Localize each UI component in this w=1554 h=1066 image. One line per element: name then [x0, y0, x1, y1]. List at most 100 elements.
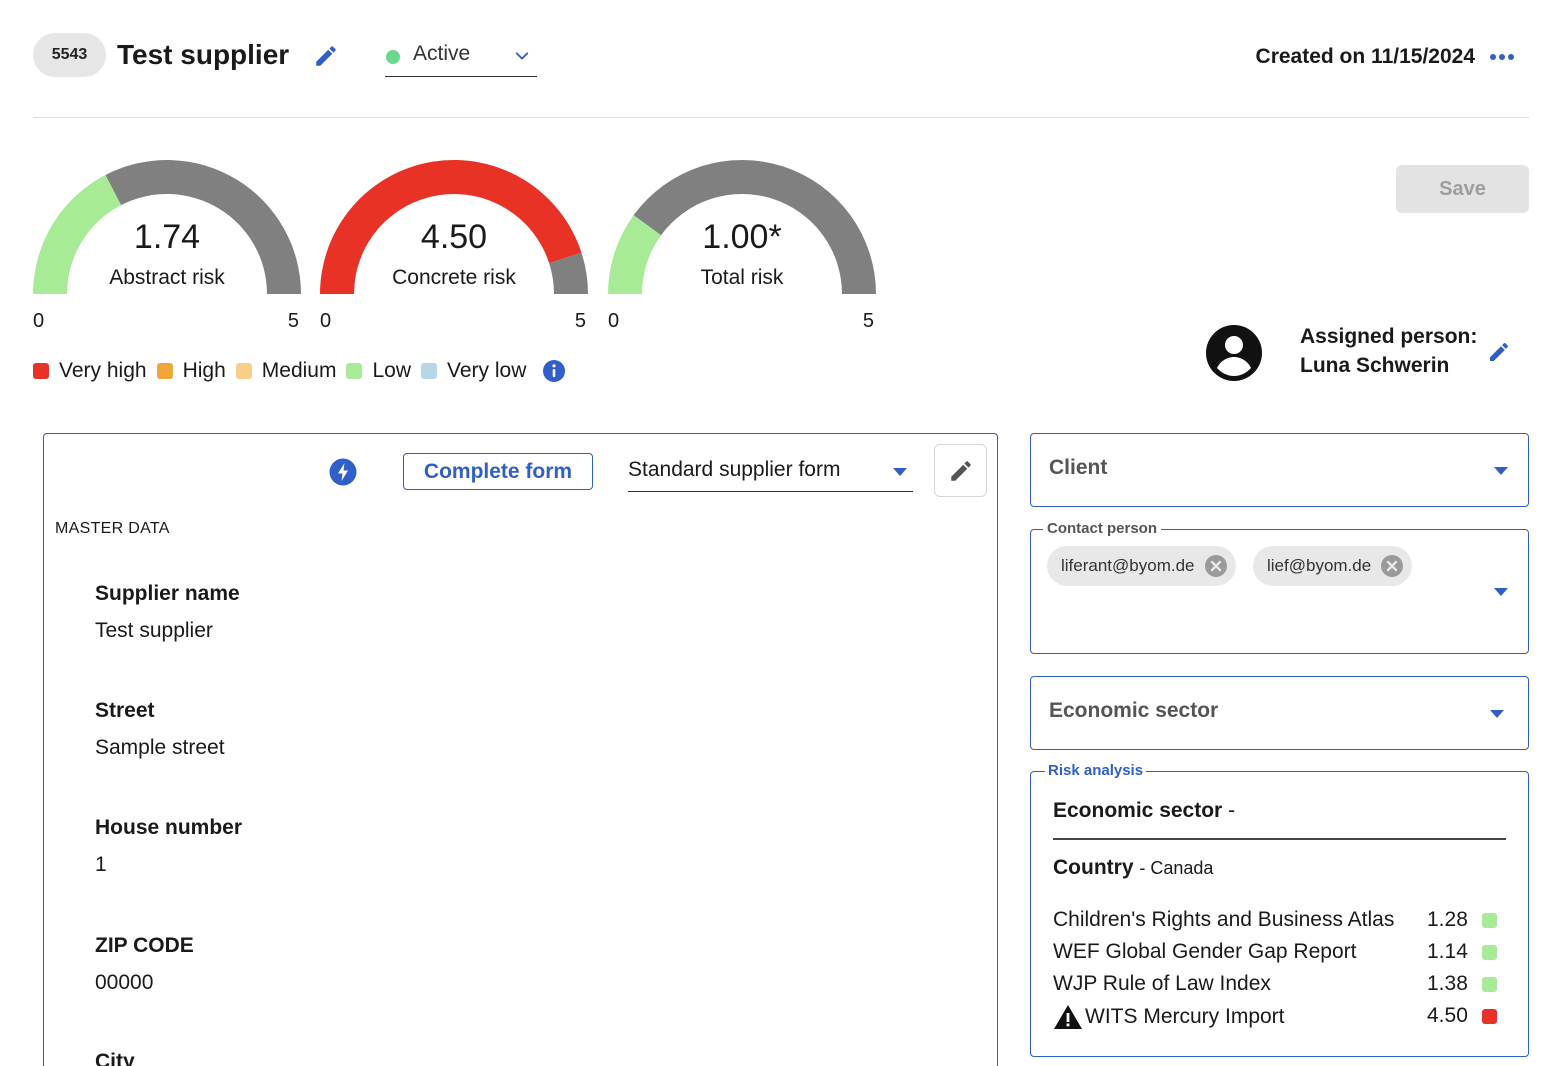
- gauge-min: 0: [320, 310, 332, 332]
- caret-down-icon: [1494, 467, 1508, 475]
- risk-row-value: 4.50: [1427, 1004, 1468, 1027]
- field-value: Sample street: [95, 736, 225, 759]
- gauge-total-risk: 1.00* Total risk 0 5: [608, 160, 876, 335]
- chip-label: liferant@byom.de: [1061, 556, 1195, 575]
- risk-row: WEF Global Gender Gap Report 1.14: [1053, 940, 1498, 970]
- header-divider: [33, 117, 1529, 118]
- legend-item: Very low: [421, 359, 526, 383]
- edit-pencil-icon[interactable]: [1487, 340, 1511, 364]
- field-street[interactable]: Street Sample street: [95, 699, 225, 760]
- risk-row-swatch: [1482, 913, 1497, 928]
- risk-row-name: WITS Mercury Import: [1085, 1005, 1285, 1028]
- info-icon[interactable]: [542, 359, 566, 383]
- lightning-icon[interactable]: [329, 458, 357, 486]
- legend-label: High: [182, 359, 226, 382]
- risk-row-swatch: [1482, 977, 1497, 992]
- risk-country-label: Country: [1053, 856, 1134, 879]
- section-title: MASTER DATA: [55, 520, 170, 537]
- gauge-max: 5: [574, 310, 586, 332]
- risk-legend: Very high High Medium Low Very low: [33, 356, 566, 386]
- legend-swatch: [346, 363, 363, 379]
- legend-swatch: [421, 363, 437, 379]
- page-header: 5543 Test supplier Active Created on 11/…: [33, 33, 1529, 83]
- status-label: Active: [413, 42, 471, 65]
- risk-row: WITS Mercury Import 4.50: [1053, 1004, 1498, 1034]
- economic-sector-select[interactable]: Economic sector: [1030, 676, 1529, 750]
- chevron-down-icon: [515, 52, 529, 60]
- gauge-min: 0: [33, 310, 45, 332]
- legend-label: Medium: [261, 359, 337, 382]
- form-template-select[interactable]: Standard supplier form: [628, 454, 913, 492]
- field-city[interactable]: City: [95, 1050, 135, 1066]
- field-zip-code[interactable]: ZIP CODE 00000: [95, 934, 194, 995]
- risk-country-value: - Canada: [1139, 858, 1214, 878]
- gauge-concrete-risk: 4.50 Concrete risk 0 5: [320, 160, 588, 335]
- gauge-label: Abstract risk: [109, 266, 225, 289]
- legend-swatch: [235, 363, 252, 379]
- status-select[interactable]: Active: [385, 41, 537, 77]
- caret-down-icon: [893, 468, 907, 476]
- edit-pencil-icon[interactable]: [313, 43, 339, 69]
- gauge-label: Total risk: [700, 266, 784, 289]
- risk-row-value: 1.28: [1427, 908, 1468, 931]
- caret-down-icon: [1494, 588, 1508, 596]
- save-button[interactable]: Save: [1396, 165, 1529, 213]
- contact-person-label: Contact person: [1043, 520, 1162, 537]
- legend-label: Low: [372, 359, 411, 382]
- gauge-abstract-risk: 1.74 Abstract risk 0 5: [33, 160, 301, 335]
- gauge-value: 1.00*: [702, 218, 782, 256]
- complete-form-button[interactable]: Complete form: [403, 453, 593, 490]
- gauge-max: 5: [862, 310, 874, 332]
- field-label: House number: [95, 816, 243, 839]
- created-date: Created on 11/15/2024: [1255, 45, 1475, 68]
- legend-swatch: [33, 363, 49, 379]
- gauge-value: 1.74: [133, 218, 201, 256]
- risk-row-value: 1.14: [1427, 940, 1468, 963]
- caret-down-icon: [1490, 710, 1504, 718]
- risk-sector: Economic sector -: [1053, 799, 1235, 823]
- contact-person-select[interactable]: Contact person liferant@byom.de lief@byo…: [1030, 520, 1529, 654]
- risk-row-name: WEF Global Gender Gap Report: [1053, 940, 1357, 963]
- edit-pencil-icon: [950, 460, 971, 481]
- legend-item: Very high: [33, 359, 147, 383]
- gauge-label: Concrete risk: [392, 266, 516, 289]
- supplier-id-badge: 5543: [33, 33, 106, 77]
- risk-row: WJP Rule of Law Index 1.38: [1053, 972, 1498, 1002]
- field-supplier-name[interactable]: Supplier name Test supplier: [95, 582, 240, 643]
- gauge-max: 5: [287, 310, 299, 332]
- client-select[interactable]: Client: [1030, 433, 1529, 507]
- risk-row-name: Children's Rights and Business Atlas: [1053, 908, 1395, 931]
- page-title: Test supplier: [117, 39, 290, 70]
- remove-circle-icon[interactable]: [1204, 554, 1228, 578]
- risk-analysis-title: Risk analysis: [1045, 762, 1147, 779]
- more-horizontal-icon[interactable]: [1489, 49, 1515, 65]
- risk-divider: [1053, 838, 1506, 840]
- field-value: Test supplier: [95, 619, 213, 642]
- risk-row-name: WJP Rule of Law Index: [1053, 972, 1271, 995]
- assigned-person-name: Luna Schwerin: [1300, 354, 1450, 377]
- field-label: ZIP CODE: [95, 934, 194, 957]
- remove-circle-icon[interactable]: [1380, 554, 1404, 578]
- risk-sector-label: Economic sector: [1053, 799, 1223, 822]
- field-value: 00000: [95, 971, 154, 994]
- field-house-number[interactable]: House number 1: [95, 816, 242, 877]
- risk-country: Country - Canada: [1053, 856, 1213, 880]
- risk-row-swatch: [1482, 945, 1497, 960]
- status-dot: [386, 50, 400, 64]
- assigned-person-label: Assigned person:: [1300, 325, 1478, 348]
- gauge-value: 4.50: [420, 218, 488, 256]
- legend-item: High: [156, 359, 226, 383]
- risk-sector-value: -: [1228, 799, 1236, 822]
- contact-chip: liferant@byom.de: [1047, 546, 1236, 586]
- edit-form-button[interactable]: [934, 444, 987, 497]
- risk-row-swatch: [1482, 1009, 1497, 1024]
- field-label: Supplier name: [95, 582, 240, 605]
- field-value: 1: [95, 853, 107, 876]
- gauge-min: 0: [608, 310, 620, 332]
- legend-item: Low: [346, 359, 411, 383]
- client-placeholder: Client: [1049, 456, 1108, 479]
- master-data-panel: Complete form Standard supplier form MAS…: [43, 433, 998, 1066]
- economic-sector-placeholder: Economic sector: [1049, 699, 1219, 722]
- risk-analysis-panel: Risk analysis Economic sector - Country …: [1030, 762, 1529, 1057]
- person-icon: [1206, 325, 1262, 381]
